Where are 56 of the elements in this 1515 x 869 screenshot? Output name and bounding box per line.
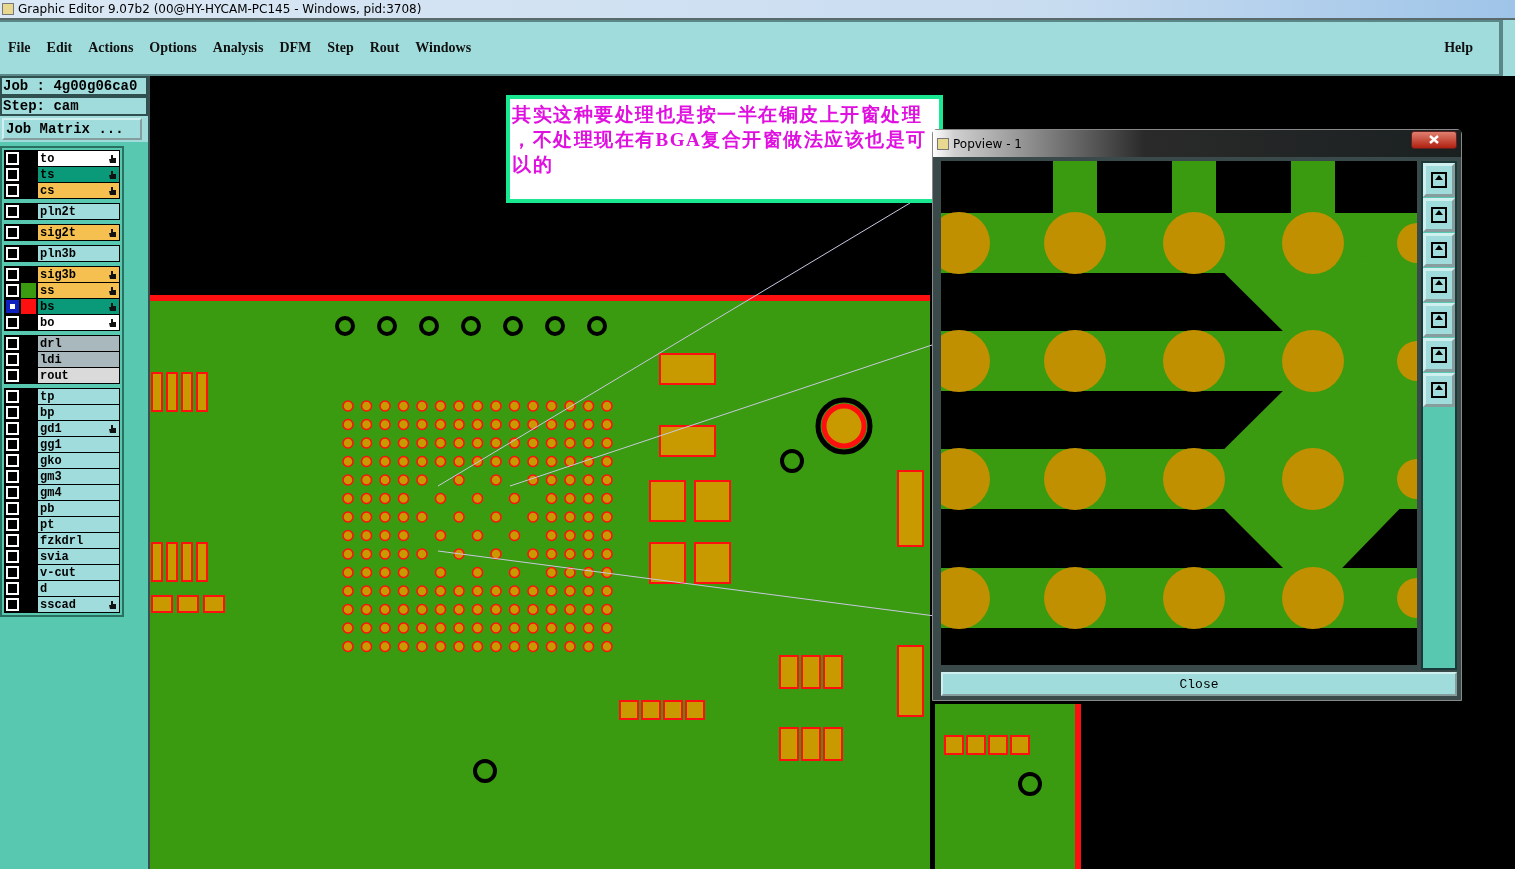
step-label: Step: cam (0, 96, 148, 116)
menu-item[interactable]: Edit (46, 40, 73, 56)
window-title: Popview - 1 (953, 136, 1022, 151)
zoom-tool-button[interactable] (1423, 373, 1455, 407)
layer-name[interactable]: gm3 (38, 469, 119, 484)
menu-item[interactable]: Step (327, 40, 354, 56)
layer-name[interactable]: bp (38, 405, 119, 420)
menu-item[interactable]: Rout (369, 40, 400, 56)
zoom-tool-button[interactable] (1423, 268, 1455, 302)
layer-name[interactable]: cs (38, 183, 119, 198)
zoom-tool-button[interactable] (1423, 338, 1455, 372)
menu-item[interactable]: File (8, 40, 31, 56)
layer-name[interactable]: ldi (38, 352, 119, 367)
help-menu[interactable]: Help (1444, 40, 1473, 56)
menu-item[interactable]: Options (149, 40, 197, 56)
menu-item[interactable]: Windows (415, 40, 472, 56)
close-button[interactable] (1411, 130, 1457, 149)
annotation-note: 其实这种要处理也是按一半在铜皮上开窗处理，不处理现在有BGA复合开窗做法应该也是可以的 (506, 95, 943, 203)
layer-name[interactable]: gd1 (38, 421, 119, 436)
layer-name[interactable]: svia (38, 549, 119, 564)
layer-name[interactable]: gg1 (38, 437, 119, 452)
app-icon (2, 3, 14, 15)
layer-name[interactable]: bo (38, 315, 119, 330)
window-title: Graphic Editor 9.07b2 (00@HY-HYCAM-PC145 - Windows, pid:3708) (18, 2, 422, 16)
zoom-tool-button[interactable] (1423, 303, 1455, 337)
zoom-tool-button[interactable] (1423, 198, 1455, 232)
layer-name[interactable]: sig3b (38, 267, 119, 282)
layer-name[interactable]: pt (38, 517, 119, 532)
job-label: Job : 4g00g06ca0 (0, 76, 148, 96)
zoom-tool-button[interactable] (1423, 233, 1455, 267)
menu-item[interactable]: Actions (88, 40, 134, 56)
layer-name[interactable]: sscad (38, 597, 119, 612)
layer-name[interactable]: fzkdrl (38, 533, 119, 548)
close-button[interactable]: Close (941, 672, 1457, 696)
layer-name[interactable]: drl (38, 336, 119, 351)
layer-name[interactable]: v-cut (38, 565, 119, 580)
zoom-tool-button[interactable] (1423, 163, 1455, 197)
layer-name[interactable]: pb (38, 501, 119, 516)
layer-name[interactable]: d (38, 581, 119, 596)
layer-name[interactable]: tp (38, 389, 119, 404)
menu-item[interactable]: Analysis (212, 40, 264, 56)
layer-name[interactable]: gm4 (38, 485, 119, 500)
layer-name[interactable]: ss (38, 283, 119, 298)
layer-name[interactable]: pln2t (38, 204, 119, 219)
layer-name[interactable]: sig2t (38, 225, 119, 240)
layer-checkbox[interactable] (6, 300, 19, 313)
menu-item[interactable]: DFM (279, 40, 312, 56)
close-icon (1429, 135, 1439, 144)
app-icon (937, 137, 949, 150)
layer-name[interactable]: pln3b (38, 246, 119, 261)
layer-name[interactable]: ts (38, 167, 119, 182)
layer-name[interactable]: to (38, 151, 119, 166)
job-matrix-button[interactable]: Job Matrix ... (2, 118, 142, 140)
layer-name[interactable]: gko (38, 453, 119, 468)
layer-name[interactable]: bs (38, 299, 119, 314)
layer-name[interactable]: rout (38, 368, 119, 383)
